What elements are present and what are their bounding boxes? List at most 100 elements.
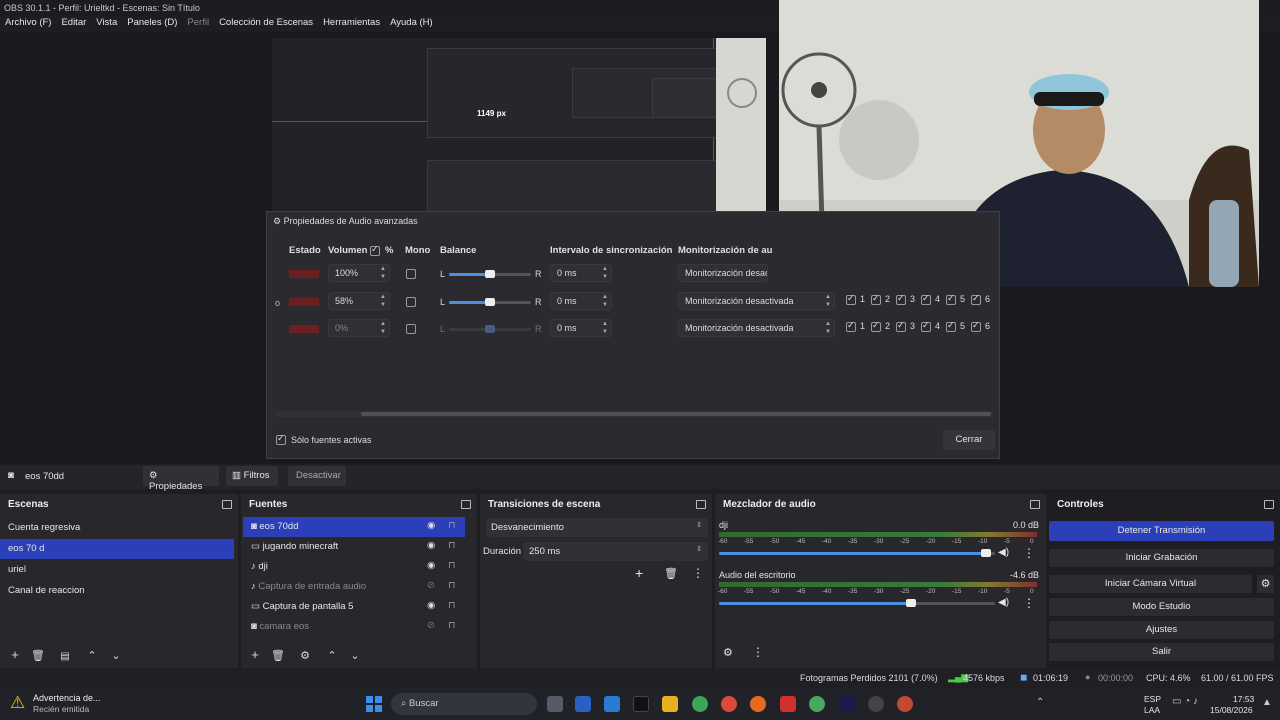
duration-input[interactable]: 250 ms ⇕: [523, 542, 708, 561]
track-3-checkbox[interactable]: [896, 320, 906, 332]
scene-item[interactable]: Cuenta regresiva: [0, 518, 234, 538]
menu-tools[interactable]: Herramientas: [318, 16, 385, 29]
volume-slider[interactable]: [719, 599, 995, 607]
more-options-icon[interactable]: ⋮: [1023, 596, 1035, 610]
language-code[interactable]: ESP: [1144, 694, 1161, 704]
chevron-down-icon[interactable]: ⌄: [107, 649, 125, 662]
transition-select[interactable]: Desvanecimiento ⇕: [486, 518, 708, 537]
mono-checkbox[interactable]: [406, 297, 416, 307]
lock-icon[interactable]: ⊓: [448, 600, 455, 611]
clock-date[interactable]: 15/08/2026: [1210, 705, 1253, 715]
source-item[interactable]: ◙ camara eos ⊘ ⊓: [243, 617, 465, 637]
mono-checkbox[interactable]: [406, 324, 416, 334]
close-button[interactable]: Cerrar: [943, 430, 995, 450]
track-6-checkbox[interactable]: [971, 293, 981, 305]
eye-icon[interactable]: ◉: [427, 560, 435, 571]
eye-icon[interactable]: ◉: [427, 540, 435, 551]
add-icon[interactable]: +: [246, 647, 264, 662]
notification-bell-icon[interactable]: ▲: [1262, 697, 1272, 708]
track-3-checkbox[interactable]: [896, 293, 906, 305]
trash-icon[interactable]: 🗑: [29, 649, 47, 662]
tiktok-icon[interactable]: [633, 696, 649, 712]
word-icon[interactable]: [575, 696, 591, 712]
track-5-checkbox[interactable]: [946, 320, 956, 332]
chrome-icon[interactable]: [692, 696, 708, 712]
start-icon[interactable]: [366, 696, 382, 712]
menu-profile[interactable]: Perfil: [182, 16, 214, 29]
deactivate-button[interactable]: Desactivar: [288, 466, 346, 486]
lock-icon[interactable]: ⊓: [448, 520, 455, 531]
speaker-icon[interactable]: ◀): [998, 597, 1009, 608]
app-icon[interactable]: [897, 696, 913, 712]
folder-icon[interactable]: [662, 696, 678, 712]
firefox-icon[interactable]: [750, 696, 766, 712]
menu-view[interactable]: Vista: [91, 16, 122, 29]
balance-slider[interactable]: [449, 270, 531, 278]
volume-input[interactable]: 58% ▲ ▼: [328, 292, 390, 310]
horizontal-scrollbar[interactable]: [275, 411, 993, 417]
trash-icon[interactable]: 🗑: [269, 649, 287, 662]
chevron-up-icon[interactable]: ⌃: [83, 649, 101, 662]
start-recording-button[interactable]: Iniciar Grabación: [1049, 549, 1274, 567]
network-icon[interactable]: ▭ ◔ ♪: [1172, 696, 1198, 707]
start-virtual-camera-button[interactable]: Iniciar Cámara Virtual: [1049, 575, 1252, 593]
source-item[interactable]: ◙ eos 70dd ◉ ⊓: [243, 517, 465, 537]
menu-edit[interactable]: Editar: [56, 16, 91, 29]
menu-scene-collection[interactable]: Colección de Escenas: [214, 16, 318, 29]
keyboard-layout[interactable]: LAA: [1144, 705, 1160, 715]
gear-icon[interactable]: ⚙: [296, 649, 314, 662]
mono-checkbox[interactable]: [406, 269, 416, 279]
filters-button[interactable]: ▥ Filtros: [226, 466, 278, 486]
monitoring-select[interactable]: Monitorización desactivada ▲ ▼: [678, 319, 835, 337]
clock-time[interactable]: 17:53: [1233, 694, 1254, 704]
dock-undock-icon[interactable]: [696, 500, 706, 509]
balance-slider[interactable]: [449, 298, 531, 306]
lock-icon[interactable]: ⊓: [448, 540, 455, 551]
more-options-icon[interactable]: ⋮: [752, 645, 764, 659]
track-2-checkbox[interactable]: [871, 320, 881, 332]
track-1-checkbox[interactable]: [846, 293, 856, 305]
source-item[interactable]: ▭ jugando minecraft ◉ ⊓: [243, 537, 465, 557]
menu-help[interactable]: Ayuda (H): [385, 16, 438, 29]
volume-input[interactable]: 100% ▲ ▼: [328, 264, 390, 282]
browser-icon[interactable]: [809, 696, 825, 712]
lock-icon[interactable]: ⊓: [448, 560, 455, 571]
monitoring-select[interactable]: Monitorización desac: [678, 264, 768, 282]
sync-offset-input[interactable]: 0 ms ▲ ▼: [550, 264, 612, 282]
store-icon[interactable]: [604, 696, 620, 712]
source-item[interactable]: ♪ Captura de entrada audio ⊘ ⊓: [243, 577, 465, 597]
exit-button[interactable]: Salir: [1049, 643, 1274, 661]
track-4-checkbox[interactable]: [921, 293, 931, 305]
dock-undock-icon[interactable]: [461, 500, 471, 509]
track-2-checkbox[interactable]: [871, 293, 881, 305]
settings-button[interactable]: Ajustes: [1049, 621, 1274, 639]
eye-icon[interactable]: ◉: [427, 520, 435, 531]
add-icon[interactable]: +: [635, 565, 643, 581]
properties-button[interactable]: ⚙ Propiedades: [143, 466, 219, 492]
lock-icon[interactable]: ⊓: [448, 620, 455, 631]
source-item[interactable]: ♪ dji ◉ ⊓: [243, 557, 465, 577]
search-box[interactable]: ⌕ Buscar: [391, 693, 537, 715]
track-6-checkbox[interactable]: [971, 320, 981, 332]
gear-icon[interactable]: ⚙: [1257, 575, 1274, 593]
monitoring-select[interactable]: Monitorización desactivada ▲ ▼: [678, 292, 835, 310]
trash-icon[interactable]: 🗑: [664, 567, 678, 580]
source-item[interactable]: ▭ Captura de pantalla 5 ◉ ⊓: [243, 597, 465, 617]
notification-title[interactable]: Advertencia de...: [33, 693, 101, 703]
percent-checkbox[interactable]: [370, 244, 380, 256]
capcut-icon[interactable]: [780, 696, 796, 712]
obs-icon[interactable]: [868, 696, 884, 712]
lock-icon[interactable]: ⊓: [448, 580, 455, 591]
dock-undock-icon[interactable]: [1030, 500, 1040, 509]
stop-stream-button[interactable]: Detener Transmisión: [1049, 521, 1274, 541]
eye-icon[interactable]: ◉: [427, 600, 435, 611]
only-active-checkbox[interactable]: [276, 433, 286, 445]
chevron-up-icon[interactable]: ⌃: [1036, 697, 1044, 708]
track-1-checkbox[interactable]: [846, 320, 856, 332]
menu-file[interactable]: Archivo (F): [0, 16, 56, 29]
scene-item[interactable]: Canal de reaccion: [0, 581, 234, 601]
scene-item[interactable]: uriel: [0, 560, 234, 580]
dock-undock-icon[interactable]: [222, 500, 232, 509]
eye-hidden-icon[interactable]: ⊘: [427, 620, 435, 631]
sync-offset-input[interactable]: 0 ms ▲ ▼: [550, 319, 612, 337]
